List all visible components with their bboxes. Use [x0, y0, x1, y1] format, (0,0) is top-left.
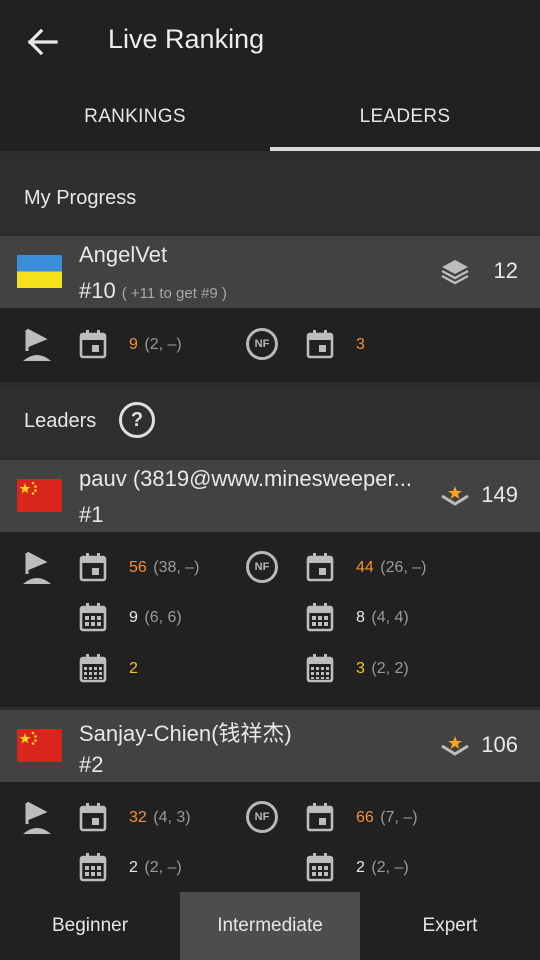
player-rank: #2: [79, 752, 104, 777]
player-score: 149: [481, 482, 518, 507]
leaders-title: Leaders: [24, 410, 97, 432]
layers-icon: [441, 260, 469, 285]
player-rank: #10( +11 to get #9 ): [79, 278, 227, 303]
leader-stats: 56 (38, –) NF 44 (26, –) 9 (6, 6) 8 (4, …: [0, 532, 540, 707]
tab-beginner[interactable]: Beginner: [0, 892, 180, 960]
leader-card[interactable]: Sanjay-Chien(钱祥杰) #2 106: [0, 710, 540, 782]
help-icon[interactable]: ?: [119, 402, 155, 438]
my-stats: 9 (2, –) NF 3: [0, 308, 540, 382]
stat-value: 2: [129, 660, 138, 677]
star-chevron-icon: [441, 486, 469, 506]
player-score: 12: [493, 258, 518, 283]
china-flag-icon: [17, 729, 62, 762]
calendar-day-icon: [79, 803, 107, 832]
china-flag-icon: [17, 479, 62, 512]
calendar-day-icon: [79, 553, 107, 582]
calendar-year-icon: [306, 654, 334, 683]
stat-value: 2 (2, –): [356, 859, 409, 876]
leaders-header: Leaders: [0, 388, 540, 454]
my-progress-header: My Progress: [0, 163, 540, 229]
calendar-month-icon: [306, 853, 334, 882]
tab-rankings[interactable]: RANKINGS: [0, 84, 270, 150]
stat-value: 9 (6, 6): [129, 609, 182, 626]
no-flags-icon: NF: [246, 551, 278, 583]
no-flags-icon: NF: [246, 801, 278, 833]
stat-value: 56 (38, –): [129, 559, 200, 576]
ukraine-flag-icon: [17, 255, 62, 288]
calendar-month-icon: [306, 603, 334, 632]
player-name: Sanjay-Chien(钱祥杰): [79, 721, 292, 746]
player-name: pauv (3819@www.minesweeper...: [79, 466, 412, 491]
stat-value: 32 (4, 3): [129, 809, 191, 826]
my-progress-title: My Progress: [24, 187, 137, 209]
stat-value: 3 (2, 2): [356, 660, 409, 677]
page-title: Live Ranking: [108, 24, 265, 54]
stat-value: 2 (2, –): [129, 859, 182, 876]
leaders-list[interactable]: My Progress AngelVet #10( +11 to get #9 …: [0, 151, 540, 892]
calendar-month-icon: [79, 603, 107, 632]
player-score: 106: [481, 732, 518, 757]
rank-hint: ( +11 to get #9 ): [121, 285, 227, 302]
calendar-day-icon: [306, 803, 334, 832]
tab-expert[interactable]: Expert: [360, 892, 540, 960]
flag-icon: [23, 551, 51, 584]
leader-stats: 32 (4, 3) NF 66 (7, –) 2 (2, –) 2 (2, –): [0, 782, 540, 892]
stat-value: 66 (7, –): [356, 809, 418, 826]
flag-icon: [23, 328, 51, 361]
stat-value: 44 (26, –): [356, 559, 427, 576]
calendar-day-icon: [306, 330, 334, 359]
back-arrow-icon[interactable]: [22, 24, 62, 60]
star-chevron-icon: [441, 736, 469, 756]
player-rank: #1: [79, 502, 104, 527]
app-bar: Live Ranking: [0, 0, 540, 84]
no-flags-icon: NF: [246, 328, 278, 360]
stat-value: 3: [356, 336, 365, 353]
tab-leaders[interactable]: LEADERS: [270, 84, 540, 150]
calendar-day-icon: [79, 330, 107, 359]
stat-value: 9 (2, –): [129, 336, 182, 353]
difficulty-tabs: Beginner Intermediate Expert: [0, 892, 540, 960]
calendar-year-icon: [79, 654, 107, 683]
calendar-day-icon: [306, 553, 334, 582]
stat-value: 8 (4, 4): [356, 609, 409, 626]
leader-card[interactable]: pauv (3819@www.minesweeper... #1 149: [0, 460, 540, 532]
my-player-card[interactable]: AngelVet #10( +11 to get #9 ) 12: [0, 236, 540, 308]
calendar-month-icon: [79, 853, 107, 882]
player-name: AngelVet: [79, 242, 168, 267]
top-tabs: RANKINGS LEADERS: [0, 84, 540, 150]
flag-icon: [23, 801, 51, 834]
tab-intermediate[interactable]: Intermediate: [180, 892, 360, 960]
